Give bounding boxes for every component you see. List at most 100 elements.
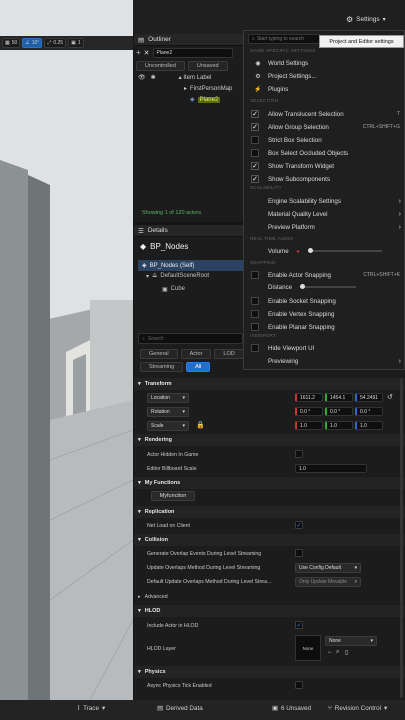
menu-project-settings[interactable]: ⚙ Project Settings...: [244, 70, 404, 82]
component-cube[interactable]: ▣ Cube: [162, 286, 185, 293]
derived-data-button[interactable]: ▤ Derived Data: [157, 705, 203, 712]
snapping-item[interactable]: Enable Actor Snapping CTRL+SHIFT+K: [244, 269, 404, 281]
section-replication[interactable]: ▾ Replication: [134, 506, 405, 518]
distance-slider[interactable]: [300, 286, 356, 288]
tree-row-map[interactable]: ▸ FirstPersonMap: [134, 83, 244, 94]
rotation-y[interactable]: 0.0 °: [325, 407, 353, 416]
location-dropdown[interactable]: Location ▾: [147, 393, 189, 403]
menu-engine-scalability[interactable]: Engine Scalability Settings ›: [244, 195, 404, 207]
menu-previewing[interactable]: Previewing ›: [244, 355, 404, 367]
actor-hidden-checkbox[interactable]: [295, 450, 303, 458]
camera-speed-chip[interactable]: ▣ 1: [68, 38, 84, 48]
details-search-input[interactable]: ⌕ Search: [138, 333, 243, 344]
selection-item[interactable]: ✓ Allow Group Selection CTRL+SHIFT+G: [244, 121, 404, 133]
async-physics-checkbox[interactable]: [295, 681, 303, 689]
selection-item[interactable]: ✓ Show Subcomponents: [244, 173, 404, 185]
outliner-search-input[interactable]: Plane2: [152, 47, 233, 58]
selection-item[interactable]: Strict Box Selection: [244, 134, 404, 146]
hide-ui-checkbox[interactable]: [251, 344, 259, 352]
snapping-checkbox[interactable]: [251, 310, 259, 318]
selection-item[interactable]: ✓ Allow Translucent Selection T: [244, 108, 404, 120]
section-physics[interactable]: ▾ Physics: [134, 666, 405, 678]
selection-checkbox[interactable]: ✓: [251, 175, 259, 183]
scale-x[interactable]: 1.0: [295, 421, 323, 430]
hlod-layer-dropdown[interactable]: None ▾: [325, 636, 377, 646]
menu-material-quality[interactable]: Material Quality Level ›: [244, 208, 404, 220]
grid-snap-chip[interactable]: ▦ 50: [2, 38, 21, 48]
snapping-item[interactable]: Enable Socket Snapping: [244, 295, 404, 307]
unsaved-button[interactable]: ▣ 6 Unsaved: [272, 705, 311, 712]
column-item-label[interactable]: ▴ Item Label: [179, 74, 212, 81]
trace-button[interactable]: ⌇ Trace ▾: [77, 705, 105, 712]
selection-checkbox[interactable]: [251, 149, 259, 157]
clear-search-icon[interactable]: ✕: [144, 49, 150, 57]
tab-general[interactable]: General: [140, 349, 178, 359]
add-icon[interactable]: +: [136, 48, 141, 57]
scale-y[interactable]: 1.0: [325, 421, 353, 430]
menu-plugins[interactable]: ⚡ Plugins: [244, 83, 404, 95]
overlap-events-checkbox[interactable]: [295, 549, 303, 557]
level-viewport[interactable]: ▦ 50 ∠ 10° ⤢ 0.25 ▣ 1: [0, 0, 133, 700]
section-rendering[interactable]: ▾ Rendering: [134, 434, 405, 446]
lock-icon[interactable]: 🔒: [196, 421, 205, 429]
tab-lod[interactable]: LOD: [214, 349, 244, 359]
myfunction-button[interactable]: Myfunction: [151, 491, 195, 501]
tree-row-actor[interactable]: ◈ Plane2: [134, 94, 244, 105]
clear-icon[interactable]: ▯: [345, 649, 348, 656]
rotation-snap-chip[interactable]: ∠ 10°: [22, 38, 43, 48]
details-scrollbar[interactable]: [400, 378, 403, 698]
volume-slider[interactable]: [308, 250, 382, 252]
selection-checkbox[interactable]: ✓: [251, 110, 259, 118]
scale-snap-chip[interactable]: ⤢ 0.25: [44, 38, 67, 48]
eye-icon[interactable]: 👁: [138, 74, 146, 81]
menu-search-input[interactable]: ⌕ Start typing to search: [248, 34, 322, 44]
scale-z[interactable]: 1.0: [355, 421, 383, 430]
location-x[interactable]: 1611.2: [295, 393, 323, 402]
snapping-item[interactable]: Enable Planar Snapping: [244, 321, 404, 333]
snapping-checkbox[interactable]: [251, 323, 259, 331]
section-collision[interactable]: ▾ Collision: [134, 534, 405, 546]
selection-checkbox[interactable]: [251, 136, 259, 144]
section-my-functions[interactable]: ▾ My Functions: [134, 477, 405, 489]
component-root[interactable]: ▾ ⟁ DefaultSceneRoot: [146, 273, 209, 280]
selection-item[interactable]: Box Select Occluded Objects: [244, 147, 404, 159]
menu-hide-viewport-ui[interactable]: Hide Viewport UI: [244, 342, 404, 354]
selection-checkbox[interactable]: ✓: [251, 123, 259, 131]
tab-all[interactable]: All: [186, 362, 211, 372]
billboard-input[interactable]: 1.0: [295, 464, 367, 473]
reset-icon[interactable]: ↺: [387, 393, 393, 401]
snapping-checkbox[interactable]: [251, 297, 259, 305]
net-load-checkbox[interactable]: ✓: [295, 521, 303, 529]
menu-preview-platform[interactable]: Preview Platform ›: [244, 221, 404, 233]
update-overlaps-dropdown[interactable]: Use Config Default ▾: [295, 563, 361, 573]
location-y[interactable]: 1454.1: [325, 393, 353, 402]
rotation-x[interactable]: 0.0 °: [295, 407, 323, 416]
tab-streaming[interactable]: Streaming: [140, 362, 184, 372]
volume-slider-thumb[interactable]: [308, 248, 313, 253]
browse-icon[interactable]: ⌕: [336, 649, 339, 656]
snapping-checkbox[interactable]: [251, 271, 259, 279]
tab-actor[interactable]: Actor: [180, 349, 212, 359]
include-hlod-checkbox[interactable]: ✓: [295, 621, 303, 629]
outliner-tab[interactable]: ▤ Outliner: [134, 34, 244, 46]
selection-item[interactable]: ✓ Show Transform Widget: [244, 160, 404, 172]
selection-checkbox[interactable]: ✓: [251, 162, 259, 170]
rotation-z[interactable]: 0.0 °: [355, 407, 383, 416]
default-update-dropdown[interactable]: Only Update Movable ▾: [295, 577, 361, 587]
filter-uncontrolled[interactable]: Uncontrolled: [136, 60, 185, 71]
snapping-item[interactable]: Enable Vertex Snapping: [244, 308, 404, 320]
revision-control-button[interactable]: ⑂ Revision Control ▾: [328, 705, 387, 712]
row-advanced[interactable]: ▸ Advanced: [134, 590, 405, 603]
section-hlod[interactable]: ▾ HLOD: [134, 605, 405, 617]
settings-button[interactable]: ⚙ Settings ▾: [346, 12, 398, 26]
component-self[interactable]: ◈ BP_Nodes (Self): [138, 260, 248, 271]
details-tab[interactable]: ☰ Details: [134, 225, 243, 237]
filter-unsaved[interactable]: Unsaved: [187, 60, 228, 71]
distance-slider-thumb[interactable]: [300, 284, 305, 289]
location-z[interactable]: 54.2491: [355, 393, 383, 402]
section-transform[interactable]: ▾ Transform: [134, 378, 405, 390]
rotation-dropdown[interactable]: Rotation ▾: [147, 407, 189, 417]
menu-world-settings[interactable]: ◉ World Settings: [244, 57, 404, 69]
scale-dropdown[interactable]: Scale ▾: [147, 421, 189, 431]
use-selected-icon[interactable]: ←: [327, 649, 333, 655]
